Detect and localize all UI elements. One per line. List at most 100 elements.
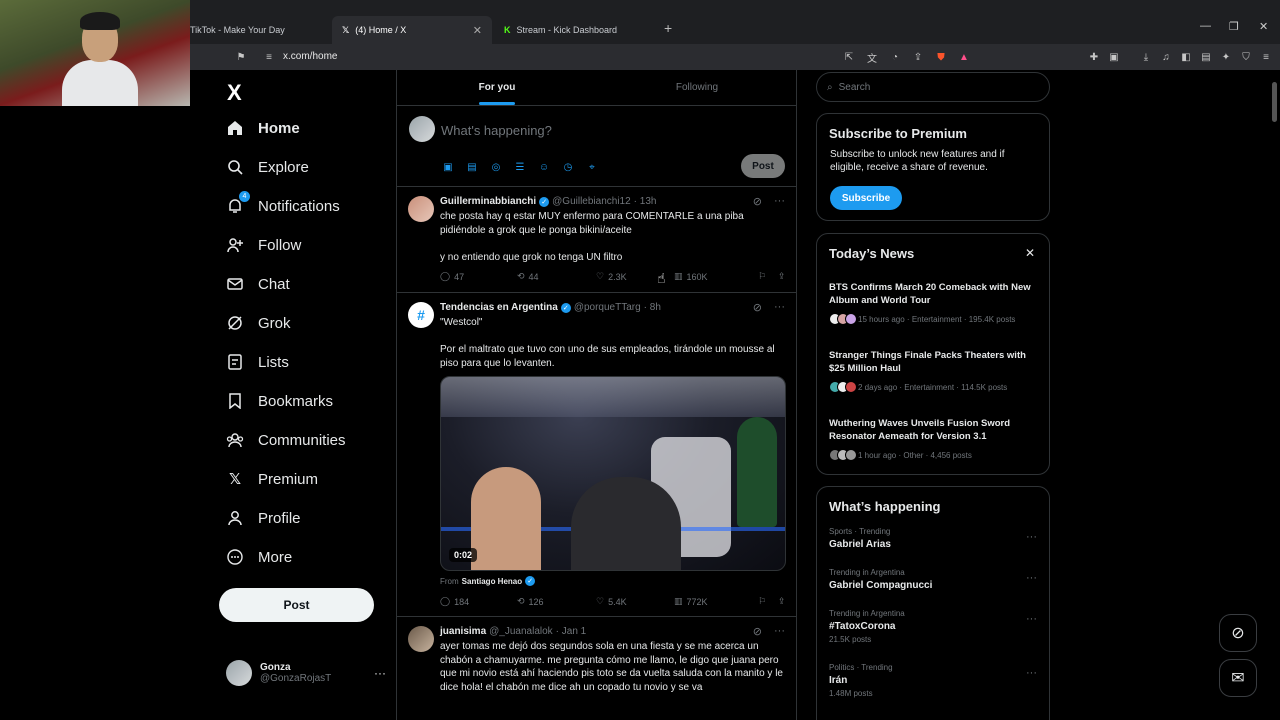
trend-item[interactable]: Trending in Argentina Gabriel Compagnucc… <box>829 568 1041 591</box>
bookmark-button[interactable]: ⚐ <box>758 271 778 282</box>
more-options-icon[interactable]: ··· <box>1026 572 1037 584</box>
search-input[interactable]: ⌕ Search <box>816 72 1050 102</box>
trend-item[interactable]: Trending in Argentina #TatoxCorona 21.5K… <box>829 609 1041 644</box>
image-icon[interactable]: ▣ <box>441 160 455 174</box>
more-options-icon[interactable]: ··· <box>1026 667 1037 679</box>
nav-bookmarks[interactable]: Bookmarks <box>226 387 333 415</box>
tweet[interactable]: # Tendencias en Argentina ✓ @porqueTTarg… <box>397 293 796 617</box>
tweet-author-handle[interactable]: @_Juanalalok <box>489 626 553 637</box>
tweet-author-handle[interactable]: @Guillebianchi12 <box>552 196 631 207</box>
grok-fab[interactable]: ⊘ <box>1219 614 1257 652</box>
more-options-icon[interactable]: ··· <box>374 666 386 680</box>
news-item[interactable]: BTS Confirms March 20 Comeback with New … <box>829 282 1039 325</box>
extensions-icon[interactable]: ✚ <box>1087 50 1101 64</box>
account-switcher[interactable]: Gonza @GonzaRojasT ··· <box>226 658 386 688</box>
nav-grok[interactable]: Grok <box>226 309 291 337</box>
views-button[interactable]: ▥ 772K <box>674 596 758 607</box>
news-item[interactable]: Wuthering Waves Unveils Fusion Sword Res… <box>829 418 1039 461</box>
repost-button[interactable]: ⟲ 44 <box>517 271 596 282</box>
tweet-author-handle[interactable]: @porqueTTarg <box>574 302 641 313</box>
close-icon[interactable]: ✕ <box>1025 246 1035 260</box>
more-options-icon[interactable]: ··· <box>1026 613 1037 625</box>
menu-icon[interactable]: ≡ <box>1259 50 1273 64</box>
messages-fab[interactable]: ✉ <box>1219 659 1257 697</box>
tweet-time[interactable]: · 13h <box>634 196 657 207</box>
x-logo-icon[interactable]: X <box>227 80 242 106</box>
tweet-video[interactable]: 0:02 <box>440 376 786 571</box>
nav-notifications[interactable]: 4 Notifications <box>226 191 340 220</box>
translate-icon[interactable]: 文 <box>865 50 879 65</box>
grok-icon[interactable]: ◎ <box>489 160 503 174</box>
from-name[interactable]: Santiago Henao <box>462 577 522 586</box>
avatar[interactable] <box>408 196 434 222</box>
reader-icon[interactable]: ◔ <box>888 50 902 64</box>
like-button[interactable]: ♡ 5.4K <box>596 596 674 607</box>
tweet-author-name[interactable]: Tendencias en Argentina <box>440 302 558 313</box>
tweet-author-name[interactable]: Guillerminabbianchi <box>440 196 536 207</box>
nav-explore[interactable]: Explore <box>226 153 309 181</box>
news-item[interactable]: Stranger Things Finale Packs Theaters wi… <box>829 350 1039 393</box>
sidebar-toggle-icon[interactable]: ◧ <box>1179 50 1193 64</box>
subscribe-button[interactable]: Subscribe <box>830 186 902 210</box>
brave-rewards-icon[interactable]: ▲ <box>957 50 971 64</box>
schedule-icon[interactable]: ◷ <box>561 160 575 174</box>
nav-chat[interactable]: Chat <box>226 270 290 298</box>
nav-lists[interactable]: Lists <box>226 348 289 376</box>
tweet[interactable]: Guillerminabbianchi ✓ @Guillebianchi12 ·… <box>397 187 796 293</box>
tab-following[interactable]: Following <box>597 70 796 105</box>
leo-icon[interactable]: ✦ <box>1219 50 1233 64</box>
gif-icon[interactable]: ▤ <box>465 160 479 174</box>
brave-shield-icon[interactable]: ⛊ <box>934 50 948 64</box>
browser-tab-tiktok[interactable]: TikTok - Make Your Day <box>180 16 330 44</box>
compose-post-button[interactable]: Post <box>741 154 785 178</box>
share-button[interactable]: ⇪ <box>778 596 786 607</box>
vpn-icon[interactable]: ⛉ <box>1239 50 1253 64</box>
new-tab-icon[interactable]: + <box>664 20 672 36</box>
grok-explain-icon[interactable]: ⊘ <box>753 195 762 208</box>
browser-tab-kick[interactable]: K Stream - Kick Dashboard <box>494 16 659 44</box>
tweet-author-name[interactable]: juanisima <box>440 626 486 637</box>
tweet[interactable]: juanisima @_Juanalalok · Jan 1 ⊘ ··· aye… <box>397 617 796 720</box>
views-button[interactable]: ▥ 160K <box>674 271 758 282</box>
maximize-icon[interactable]: ❐ <box>1229 20 1239 33</box>
reply-button[interactable]: ◯ 184 <box>440 596 517 607</box>
nav-premium[interactable]: 𝕏 Premium <box>226 465 318 493</box>
grok-explain-icon[interactable]: ⊘ <box>753 301 762 314</box>
more-options-icon[interactable]: ··· <box>774 195 785 208</box>
nav-communities[interactable]: Communities <box>226 426 346 454</box>
share-button[interactable]: ⇪ <box>778 271 786 282</box>
media-icon[interactable]: ♫ <box>1159 50 1173 64</box>
compose-input[interactable]: What's happening? <box>441 123 552 138</box>
wallet-icon[interactable]: ▣ <box>1107 50 1121 64</box>
more-options-icon[interactable]: ··· <box>1026 531 1037 543</box>
share-icon[interactable]: ⇪ <box>911 50 925 64</box>
bookmark-page-icon[interactable]: ⚑ <box>234 50 248 64</box>
open-in-app-icon[interactable]: ⇱ <box>842 50 856 64</box>
site-info-icon[interactable]: ≡ <box>262 50 276 64</box>
nav-more[interactable]: More <box>226 543 292 571</box>
url-field[interactable]: x.com/home <box>283 51 337 62</box>
more-options-icon[interactable]: ··· <box>774 301 785 314</box>
close-window-icon[interactable]: ✕ <box>1259 20 1268 33</box>
reply-button[interactable]: ◯ 47 <box>440 271 517 282</box>
emoji-icon[interactable]: ☺ <box>537 160 551 174</box>
repost-button[interactable]: ⟲ 126 <box>517 596 596 607</box>
post-button[interactable]: Post <box>219 588 374 622</box>
nav-profile[interactable]: Profile <box>226 504 301 532</box>
tweet-time[interactable]: · 8h <box>644 302 661 313</box>
nav-follow[interactable]: Follow <box>226 231 301 259</box>
bookmark-button[interactable]: ⚐ <box>758 596 778 607</box>
scrollbar-thumb[interactable] <box>1272 82 1277 122</box>
tab-for-you[interactable]: For you <box>397 70 597 105</box>
grok-explain-icon[interactable]: ⊘ <box>753 625 762 638</box>
trend-item[interactable]: Politics · Trending Irán 1.48M posts ··· <box>829 663 1041 698</box>
more-options-icon[interactable]: ··· <box>774 625 785 638</box>
tweet-time[interactable]: · Jan 1 <box>556 626 587 637</box>
nav-home[interactable]: Home <box>226 114 300 142</box>
trend-item[interactable]: Sports · Trending Gabriel Arias ··· <box>829 527 1041 550</box>
minimize-icon[interactable]: — <box>1200 20 1211 32</box>
page-scrollbar[interactable] <box>1270 72 1278 712</box>
poll-icon[interactable]: ☰ <box>513 160 527 174</box>
download-icon[interactable]: ⤓ <box>1139 50 1153 64</box>
wallet-alt-icon[interactable]: ▤ <box>1199 50 1213 64</box>
